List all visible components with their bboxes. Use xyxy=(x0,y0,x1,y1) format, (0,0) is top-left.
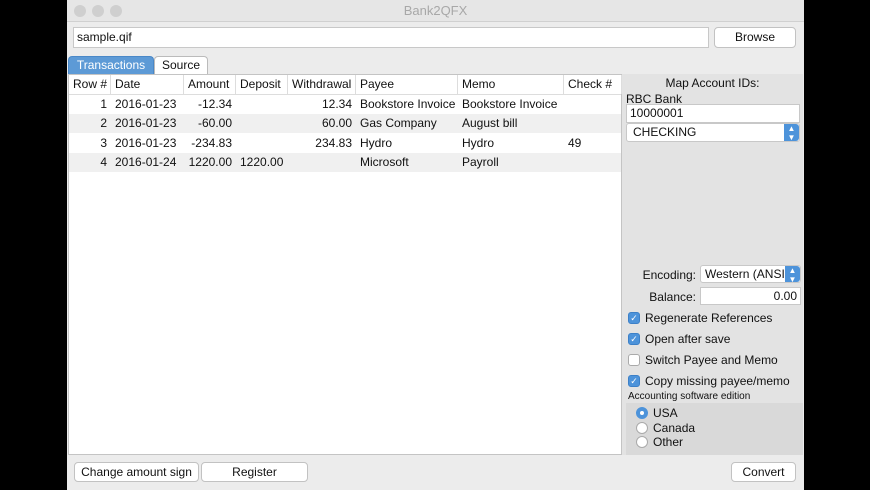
edition-radio-group: USA Canada Other xyxy=(626,403,803,455)
title-bar: Bank2QFX xyxy=(67,0,804,22)
close-window-button[interactable] xyxy=(74,5,86,17)
column-header[interactable]: Deposit xyxy=(236,75,288,94)
table-header: Row # Date Amount Deposit Withdrawal Payee Mem… xyxy=(69,75,622,95)
table-cell: Hydro xyxy=(360,135,393,150)
table-cell: Payroll xyxy=(462,154,499,169)
checkbox-label[interactable]: Regenerate References xyxy=(645,311,772,325)
column-header[interactable]: Date xyxy=(111,75,184,94)
column-header[interactable]: Payee xyxy=(356,75,458,94)
account-type-select[interactable]: CHECKING ▲ ▼ xyxy=(626,123,800,142)
checkbox[interactable] xyxy=(628,354,640,366)
zoom-window-button[interactable] xyxy=(110,5,122,17)
table-cell: 2016-01-23 xyxy=(115,97,177,111)
table-cell: 4 xyxy=(100,154,107,169)
table-cell: 2 xyxy=(100,116,107,131)
table-row[interactable]: 3 2016-01-23 -234.83 234.83 Hydro Hydro 49 xyxy=(69,134,621,153)
table-cell: Bookstore Invoice xyxy=(360,97,456,111)
column-header[interactable]: Row # xyxy=(69,75,111,94)
table-row[interactable]: 4 2016-01-24 1220.00 1220.00 Microsoft Payrol… xyxy=(69,152,622,172)
file-path-input[interactable]: sample.qif xyxy=(73,27,709,48)
column-header[interactable]: Memo xyxy=(458,75,564,94)
radio-button[interactable] xyxy=(636,421,648,434)
table-cell xyxy=(564,114,622,133)
table-cell: -234.83 xyxy=(191,135,232,150)
select-arrows-icon: ▲ ▼ xyxy=(785,266,800,282)
checkbox[interactable]: ✓ xyxy=(628,312,640,324)
radio-label[interactable]: Canada xyxy=(653,421,695,435)
table-cell: -12.34 xyxy=(197,97,232,111)
table-cell: 2016-01-23 xyxy=(115,135,177,150)
checkbox-label[interactable]: Copy missing payee/memo xyxy=(645,374,790,388)
checkbox[interactable]: ✓ xyxy=(628,375,640,387)
table-cell: 2016-01-23 xyxy=(115,116,177,131)
table-cell xyxy=(564,95,622,114)
table-cell: Microsoft xyxy=(360,154,409,169)
table-cell: 3 xyxy=(100,135,107,150)
balance-input[interactable]: 0.00 xyxy=(700,287,801,305)
app-window: Bank2QFX sample.qif Browse Transactions … xyxy=(67,0,804,490)
table-row[interactable]: 2 2016-01-23 -60.00 60.00 Gas Company August … xyxy=(69,114,622,134)
options-panel: Map Account IDs: RBC Bank 10000001 CHECK… xyxy=(622,74,803,455)
encoding-value: Western (ANSI) xyxy=(705,267,789,281)
table-cell: 234.83 xyxy=(315,135,352,150)
column-header[interactable]: Withdrawal xyxy=(288,75,356,94)
table-cell: Gas Company xyxy=(360,116,437,131)
table-cell: August bill xyxy=(462,116,518,131)
radio-label[interactable]: USA xyxy=(653,406,678,420)
table-cell xyxy=(564,153,622,172)
column-header[interactable]: Check # xyxy=(564,75,622,94)
account-id-input[interactable]: 10000001 xyxy=(626,104,800,123)
table-cell: 60.00 xyxy=(321,116,352,131)
window-title: Bank2QFX xyxy=(403,3,468,18)
table-cell: 1220.00 xyxy=(240,154,284,169)
minimize-window-button[interactable] xyxy=(92,5,104,17)
table-cell: Bookstore Invoice xyxy=(462,97,558,111)
radio-button[interactable] xyxy=(636,407,648,419)
table-cell: -60.00 xyxy=(197,116,232,131)
column-header[interactable]: Amount xyxy=(184,75,236,94)
radio-button[interactable] xyxy=(636,436,648,448)
edition-label: Accounting software edition xyxy=(628,391,751,402)
table-cell: 2016-01-24 xyxy=(115,154,177,169)
table-cell: 49 xyxy=(568,135,582,150)
transactions-table: Row # Date Amount Deposit Withdrawal Payee Mem… xyxy=(68,74,622,455)
table-cell xyxy=(236,134,288,153)
table-cell xyxy=(236,95,288,114)
balance-label: Balance: xyxy=(649,290,696,304)
checkbox-label[interactable]: Switch Payee and Memo xyxy=(645,353,778,367)
encoding-label: Encoding: xyxy=(642,268,696,282)
table-cell xyxy=(236,114,288,133)
radio-label[interactable]: Other xyxy=(653,435,683,449)
tab-transactions[interactable]: Transactions xyxy=(68,56,154,74)
table-cell: 1 xyxy=(100,97,107,111)
checkbox[interactable]: ✓ xyxy=(628,333,640,345)
convert-button[interactable]: Convert xyxy=(731,462,796,482)
select-arrows-icon: ▲ ▼ xyxy=(784,124,799,141)
encoding-select[interactable]: Western (ANSI) ▲ ▼ xyxy=(700,265,801,283)
register-button[interactable]: Register xyxy=(201,462,308,482)
tab-source[interactable]: Source xyxy=(154,56,208,74)
map-account-title: Map Account IDs: xyxy=(665,76,760,90)
table-cell: 1220.00 xyxy=(188,154,232,169)
browse-button[interactable]: Browse xyxy=(714,27,796,48)
table-cell: Hydro xyxy=(462,135,495,150)
table-cell: 12.34 xyxy=(321,97,352,111)
checkbox-label[interactable]: Open after save xyxy=(645,332,730,346)
table-cell xyxy=(288,153,356,172)
change-amount-sign-button[interactable]: Change amount sign xyxy=(74,462,199,482)
account-type-value: CHECKING xyxy=(633,125,697,139)
table-row[interactable]: 1 2016-01-23 -12.34 12.34 Bookstore Invoice B… xyxy=(69,95,621,114)
